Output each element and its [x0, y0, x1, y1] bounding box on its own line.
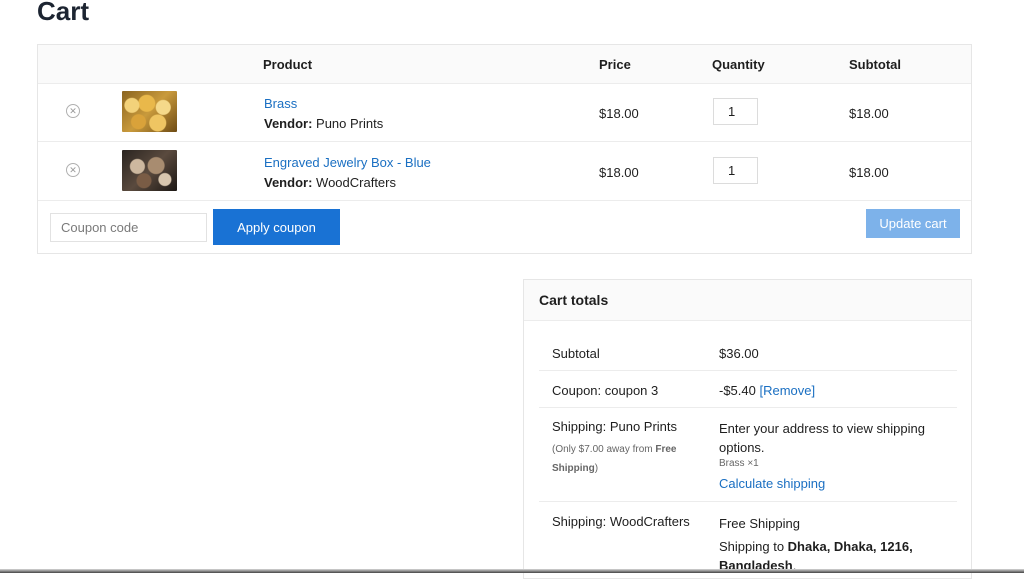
calculate-shipping-link[interactable]: Calculate shipping [719, 476, 825, 491]
vendor-name: Puno Prints [316, 116, 384, 131]
vendor-label: Vendor: [264, 116, 313, 131]
coupon-value: -$5.40 [Remove] [719, 383, 815, 398]
product-link-brass[interactable]: Brass [264, 96, 297, 111]
update-cart-button[interactable]: Update cart [866, 209, 960, 238]
totals-row-shipping-puno: Shipping: Puno Prints (Only $7.00 away f… [539, 407, 957, 502]
quantity-input[interactable] [713, 98, 758, 125]
cart-table: Product Price Quantity Subtotal ✕ Brass … [37, 44, 972, 254]
header-price: Price [599, 57, 631, 72]
vendor-label: Vendor: [264, 175, 313, 190]
shipping-address-prompt: Enter your address to view shipping opti… [719, 421, 925, 455]
free-shipping-note: (Only $7.00 away from Free Shipping) [552, 440, 697, 478]
coupon-discount: -$5.40 [719, 383, 756, 398]
totals-row-subtotal: Subtotal $36.00 [539, 332, 957, 371]
page-title: Cart [37, 0, 90, 26]
shipping-puno-label: Shipping: Puno Prints [552, 419, 678, 434]
header-product: Product [263, 57, 313, 72]
coupon-code-input[interactable] [50, 213, 207, 242]
product-link-jewelry-box[interactable]: Engraved Jewelry Box - Blue [264, 155, 431, 170]
cart-totals-title: Cart totals [539, 292, 609, 308]
free-shipping-note-suffix: ) [594, 463, 599, 474]
free-shipping-note-prefix: (Only $7.00 away from [552, 444, 656, 455]
remove-coupon-link[interactable]: [Remove] [760, 383, 816, 398]
item-price: $18.00 [599, 165, 639, 180]
coupon-label: Coupon: coupon 3 [552, 383, 659, 398]
item-price: $18.00 [599, 106, 639, 121]
product-vendor: Vendor: WoodCrafters [264, 175, 396, 190]
header-quantity: Quantity [712, 57, 765, 72]
shipping-method: Free Shipping [719, 516, 800, 531]
shipping-to-prefix: Shipping to [719, 539, 788, 554]
subtotal-label: Subtotal [552, 346, 600, 361]
cart-totals: Cart totals Subtotal $36.00 Coupon: coup… [523, 279, 972, 579]
cart-totals-header: Cart totals [524, 280, 971, 321]
shipping-items: Brass ×1 [719, 458, 759, 469]
totals-row-coupon: Coupon: coupon 3 -$5.40 [Remove] [539, 370, 957, 408]
apply-coupon-button[interactable]: Apply coupon [213, 209, 340, 245]
brass-rings-image[interactable] [122, 91, 177, 132]
subtotal-value: $36.00 [719, 346, 759, 361]
vendor-name: WoodCrafters [316, 175, 396, 190]
jewelry-box-image[interactable] [122, 150, 177, 191]
product-vendor: Vendor: Puno Prints [264, 116, 383, 131]
item-subtotal: $18.00 [849, 106, 889, 121]
item-subtotal: $18.00 [849, 165, 889, 180]
quantity-input[interactable] [713, 157, 758, 184]
cart-row: ✕ Brass Vendor: Puno Prints $18.00 $18.0… [38, 83, 971, 142]
window-bottom-edge [0, 569, 1024, 573]
cart-table-header: Product Price Quantity Subtotal [38, 45, 971, 84]
shipping-woodcrafters-label: Shipping: WoodCrafters [552, 514, 690, 529]
header-subtotal: Subtotal [849, 57, 901, 72]
cart-row: ✕ Engraved Jewelry Box - Blue Vendor: Wo… [38, 142, 971, 201]
remove-item-icon[interactable]: ✕ [66, 163, 80, 177]
remove-item-icon[interactable]: ✕ [66, 104, 80, 118]
cart-actions: Apply coupon Update cart [38, 201, 971, 254]
